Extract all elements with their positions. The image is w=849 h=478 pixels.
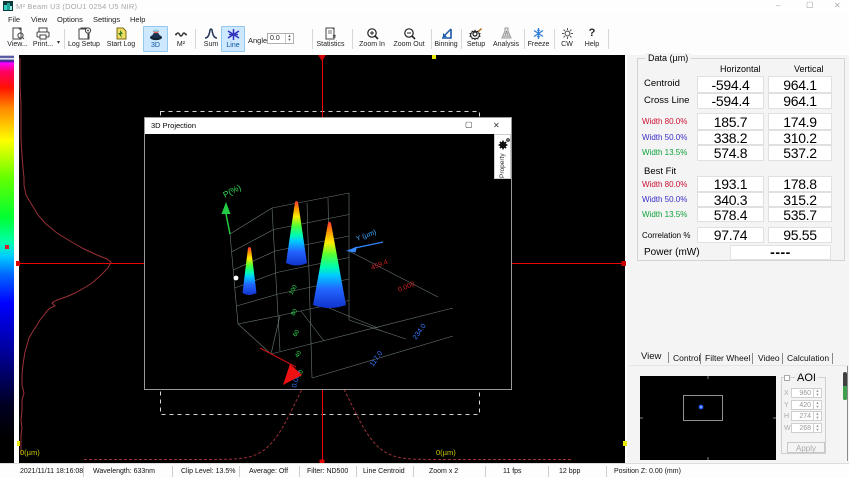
svg-text:459.4: 459.4 — [370, 259, 389, 272]
svg-text:60: 60 — [293, 329, 302, 338]
svg-text:234.0: 234.0 — [412, 323, 428, 341]
svg-text:0(µm): 0(µm) — [20, 448, 40, 457]
svg-text:40: 40 — [295, 350, 304, 359]
svg-text:Y (µm): Y (µm) — [355, 229, 377, 243]
svg-text:80: 80 — [291, 308, 300, 317]
svg-text:0.000: 0.000 — [397, 281, 416, 294]
svg-text:0(µm): 0(µm) — [436, 448, 456, 457]
svg-text:117.0: 117.0 — [369, 350, 385, 368]
svg-text:P(%): P(%) — [221, 182, 243, 200]
